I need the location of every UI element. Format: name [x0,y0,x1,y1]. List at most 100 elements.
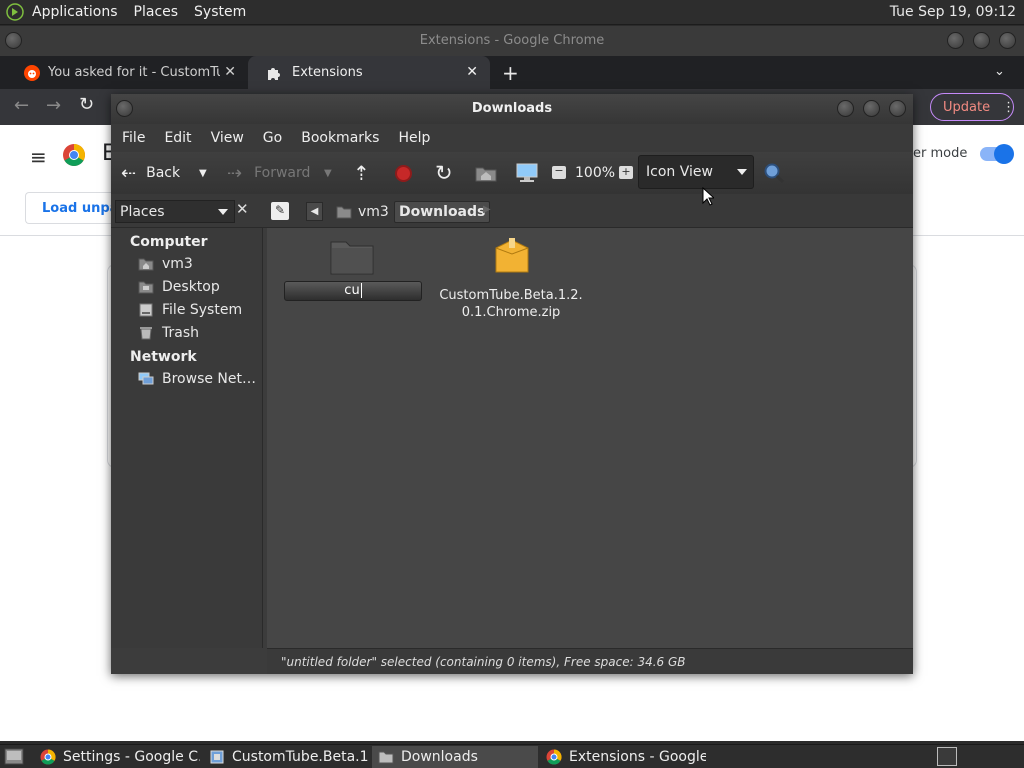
fm-menubar: File Edit View Go Bookmarks Help [111,124,913,152]
back-button[interactable]: ⇠ Back [121,152,180,194]
bottom-taskbar: Settings - Google C… CustomTube.Beta.1….… [0,744,1024,768]
chevron-down-icon [218,209,228,215]
chrome-update-button[interactable]: Update ⋮ [930,93,1016,121]
menu-bookmarks[interactable]: Bookmarks [301,130,379,146]
reload-icon[interactable]: ↻ [79,94,94,115]
hamburger-menu-icon[interactable]: ≡ [30,145,47,169]
sidebar-item-browse-network[interactable]: Browse Net… [138,371,256,387]
minimize-button[interactable] [947,32,964,49]
sidebar-item-label: Desktop [162,279,220,295]
chrome-logo-icon [63,144,85,166]
computer-icon[interactable] [515,162,539,184]
task-settings-chrome[interactable]: Settings - Google C… [34,746,200,768]
view-mode-label: Icon View [646,164,713,180]
workspace-switcher[interactable] [937,747,957,766]
menu-view[interactable]: View [211,130,244,146]
menu-file[interactable]: File [122,130,145,146]
stop-icon[interactable] [395,165,412,182]
close-sidebar-icon[interactable]: ✕ [236,200,249,218]
view-mode-select[interactable]: Icon View [638,155,754,189]
sidebar-item-vm3[interactable]: vm3 [138,256,193,272]
task-extensions-chrome[interactable]: Extensions - Google… [540,746,706,768]
applications-logo-icon[interactable] [6,3,24,21]
zoom-in-icon[interactable]: + [619,166,633,179]
forward-arrow-icon[interactable]: → [46,95,61,116]
archive-file-icon[interactable] [494,236,530,276]
maximize-button[interactable] [973,32,990,49]
back-history-dropdown-icon[interactable]: ▼ [199,152,207,194]
tab-search-chevron-icon[interactable]: ⌄ [994,64,1005,79]
fm-maximize-button[interactable] [863,100,880,117]
developer-mode-label: er mode [913,146,968,161]
archive-file-label[interactable]: CustomTube.Beta.1.2. 0.1.Chrome.zip [437,287,585,321]
menu-go[interactable]: Go [263,130,282,146]
reload-icon[interactable]: ↻ [435,152,453,194]
sidebar-item-filesystem[interactable]: File System [138,302,242,318]
zoom-out-icon[interactable]: − [552,165,566,179]
forward-button[interactable]: ⇢ Forward [227,152,310,194]
top-panel: Applications Places System Tue Sep 19, 0… [0,0,1024,25]
folder-icon[interactable] [329,236,375,276]
trash-icon [140,327,152,340]
window-menu-button[interactable] [5,32,22,49]
tab-close-icon[interactable]: ✕ [466,64,478,80]
places-menu[interactable]: Places [134,4,179,20]
update-label: Update [943,99,991,115]
task-label: Downloads [401,749,478,765]
home-folder-icon [138,258,154,271]
menu-help[interactable]: Help [398,130,430,146]
developer-mode-toggle[interactable] [980,144,1014,164]
crumb-downloads[interactable]: Downloads [394,201,491,223]
forward-label: Forward [254,165,311,181]
forward-history-dropdown-icon[interactable]: ▼ [324,152,332,194]
task-label: Settings - Google C… [63,749,200,765]
show-desktop-icon[interactable] [4,748,24,765]
text-cursor [360,283,362,298]
fm-window-menu-button[interactable] [116,100,133,117]
fm-minimize-button[interactable] [837,100,854,117]
file-name-line: CustomTube.Beta.1.2. [439,288,583,303]
tab-label: Extensions [292,65,363,80]
home-folder-icon[interactable] [475,164,497,182]
fm-location-bar: Places ✕ ✎ ◀ vm3 Downloads ▶ [111,194,913,228]
edit-location-icon[interactable]: ✎ [271,202,289,220]
tab-customtube[interactable]: You asked for it - CustomTube ✕ [6,56,248,89]
menu-edit[interactable]: Edit [164,130,191,146]
back-arrow-icon[interactable]: ← [14,95,29,116]
fm-close-button[interactable] [889,100,906,117]
fm-titlebar: Downloads [111,94,913,124]
applications-menu[interactable]: Applications [32,4,118,20]
kebab-menu-icon: ⋮ [1002,99,1016,115]
folder-icon [378,751,394,764]
task-downloads[interactable]: Downloads [372,746,538,768]
crumb-vm3[interactable]: vm3 [336,201,389,223]
file-name-line: 0.1.Chrome.zip [461,305,561,320]
crumb-label: vm3 [358,204,389,220]
crumb-left-arrow-icon[interactable]: ◀ [306,202,323,221]
chrome-window-title: Extensions - Google Chrome [419,33,605,48]
crumb-right-arrow-icon[interactable]: ▶ [483,204,491,215]
zoom-level: 100% [575,165,616,181]
clock[interactable]: Tue Sep 19, 09:12 [890,4,1016,20]
search-icon[interactable] [763,162,785,184]
system-menu[interactable]: System [194,4,246,20]
task-customtube-archive[interactable]: CustomTube.Beta.1…. [203,746,369,768]
close-window-button[interactable] [999,32,1016,49]
new-tab-icon[interactable]: + [502,61,519,85]
folder-rename-input[interactable]: cu [284,281,422,301]
fm-icon-view[interactable]: cu CustomTube.Beta.1.2. 0.1.Chrome.zip [267,228,913,648]
archive-manager-icon [210,750,224,764]
fm-statusbar: "untitled folder" selected (containing 0… [267,648,913,674]
sidebar-item-trash[interactable]: Trash [138,325,199,341]
up-arrow-icon[interactable]: ⇡ [353,152,370,194]
sidebar-places-select[interactable]: Places [115,200,235,223]
chrome-tabstrip: You asked for it - CustomTube ✕ Extensio… [0,56,1024,89]
crumb-label: Downloads [399,204,486,220]
tab-close-icon[interactable]: ✕ [224,64,236,80]
file-manager-window: Downloads File Edit View Go Bookmarks He… [111,94,913,674]
sidebar-item-desktop[interactable]: Desktop [138,279,220,295]
load-unpacked-button[interactable]: Load unpac [25,192,111,224]
drive-icon [139,303,153,317]
tab-extensions[interactable]: Extensions ✕ [248,56,490,89]
reddit-icon [24,64,40,81]
